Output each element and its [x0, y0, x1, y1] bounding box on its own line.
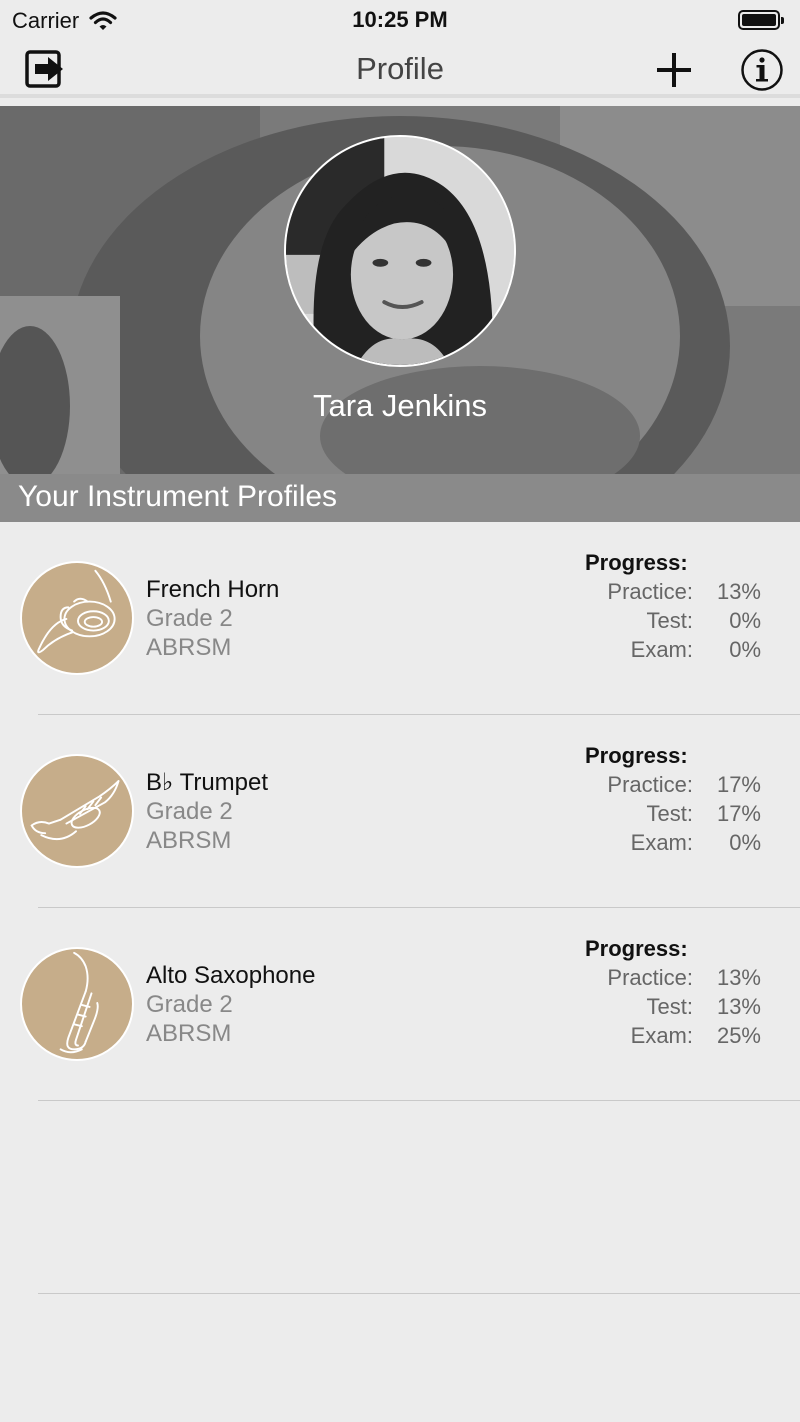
status-bar: Carrier 10:25 PM [0, 0, 800, 40]
test-label: Test: [646, 994, 693, 1019]
section-header: Your Instrument Profiles [0, 474, 800, 522]
instrument-list: French Horn Grade 2 ABRSM Progress: Prac… [0, 522, 800, 1294]
practice-row: Practice: 17% [560, 770, 770, 799]
test-row: Test: 13% [560, 992, 770, 1021]
french-horn-icon [20, 561, 134, 675]
exam-label: Exam: [630, 637, 693, 662]
instrument-info: B♭ Trumpet Grade 2 ABRSM [146, 768, 268, 855]
test-value: 17% [716, 801, 761, 826]
test-label: Test: [646, 801, 693, 826]
test-value: 13% [716, 994, 761, 1019]
instrument-name: B♭ Trumpet [146, 769, 269, 796]
instrument-name: French Horn [146, 576, 280, 603]
practice-row: Practice: 13% [560, 577, 770, 606]
info-icon[interactable] [740, 48, 784, 92]
exam-value: 25% [716, 1023, 761, 1048]
exam-label: Exam: [630, 830, 693, 855]
instrument-info: French Horn Grade 2 ABRSM [146, 575, 279, 662]
exam-label: Exam: [630, 1023, 693, 1048]
practice-value: 13% [716, 579, 761, 604]
trumpet-icon [20, 754, 134, 868]
progress-title: Progress: [585, 550, 688, 575]
progress-title: Progress: [585, 936, 688, 961]
profile-header: Tara Jenkins [0, 106, 800, 474]
test-value: 0% [729, 608, 761, 633]
test-row: Test: 17% [560, 799, 770, 828]
empty-list-row [0, 1101, 800, 1294]
progress-panel: Progress: Practice: 17% Test: 17% Exam: … [560, 741, 770, 857]
instrument-board: ABRSM [146, 634, 232, 661]
avatar[interactable] [284, 135, 516, 367]
status-time: 10:25 PM [352, 7, 448, 32]
list-item[interactable]: Alto Saxophone Grade 2 ABRSM Progress: P… [0, 908, 800, 1101]
instrument-board: ABRSM [146, 1020, 232, 1047]
instrument-grade: Grade 2 [146, 991, 233, 1018]
exam-row: Exam: 0% [560, 635, 770, 664]
progress-title: Progress: [585, 743, 688, 768]
list-item[interactable]: B♭ Trumpet Grade 2 ABRSM Progress: Pract… [0, 715, 800, 908]
plus-icon[interactable] [654, 50, 694, 90]
practice-label: Practice: [607, 965, 693, 990]
user-name: Tara Jenkins [312, 388, 488, 423]
progress-panel: Progress: Practice: 13% Test: 13% Exam: … [560, 934, 770, 1050]
instrument-info: Alto Saxophone Grade 2 ABRSM [146, 961, 315, 1048]
exam-value: 0% [729, 637, 761, 662]
progress-panel: Progress: Practice: 13% Test: 0% Exam: 0… [560, 548, 770, 664]
instrument-grade: Grade 2 [146, 605, 233, 632]
test-label: Test: [646, 608, 693, 633]
instrument-name: Alto Saxophone [146, 962, 316, 989]
navigation-bar: Profile [0, 40, 800, 98]
practice-row: Practice: 13% [560, 963, 770, 992]
practice-label: Practice: [607, 579, 693, 604]
list-item[interactable]: French Horn Grade 2 ABRSM Progress: Prac… [0, 522, 800, 715]
exam-value: 0% [729, 830, 761, 855]
test-row: Test: 0% [560, 606, 770, 635]
exam-row: Exam: 25% [560, 1021, 770, 1050]
saxophone-icon [20, 947, 134, 1061]
practice-value: 13% [716, 965, 761, 990]
exam-row: Exam: 0% [560, 828, 770, 857]
instrument-grade: Grade 2 [146, 798, 233, 825]
practice-label: Practice: [607, 772, 693, 797]
instrument-board: ABRSM [146, 827, 232, 854]
practice-value: 17% [716, 772, 761, 797]
battery-icon [738, 10, 784, 30]
